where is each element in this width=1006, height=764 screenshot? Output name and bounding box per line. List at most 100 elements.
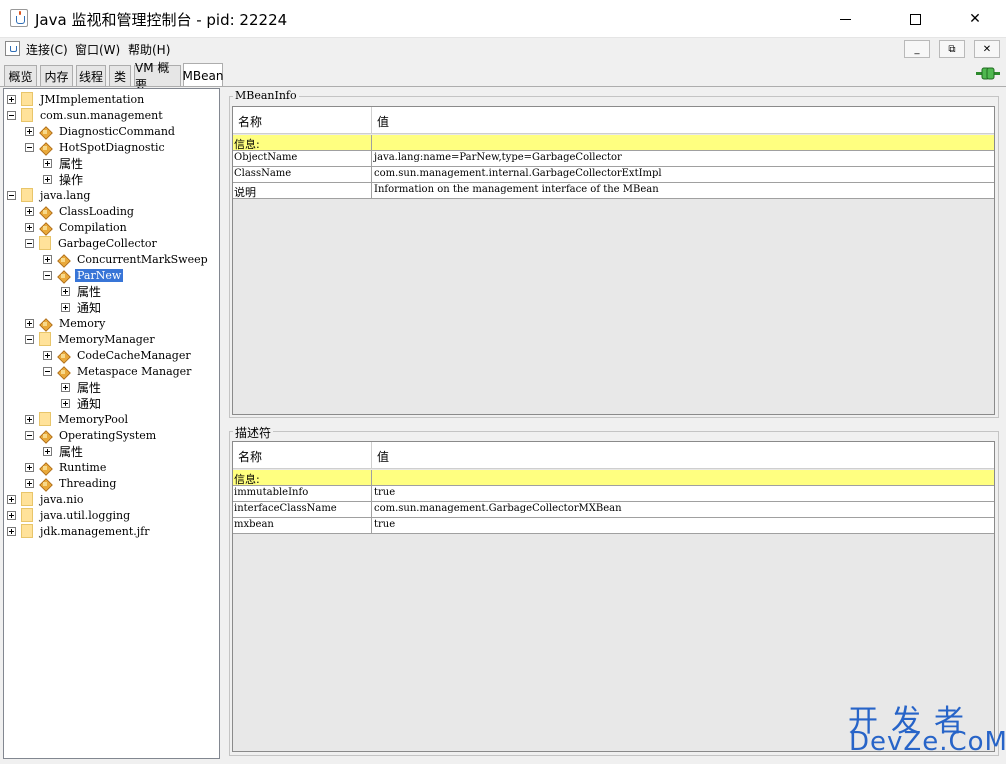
expand-icon[interactable] xyxy=(7,510,16,520)
mbeaninfo-table-row[interactable]: ObjectName java.lang:name=ParNew,type=Gar… xyxy=(233,151,994,167)
collapse-icon[interactable] xyxy=(25,142,34,152)
tree-node-label: ParNew xyxy=(75,268,124,282)
tree-node-label: Metaspace Manager xyxy=(77,364,192,378)
tree-node[interactable]: CodeCacheManager xyxy=(43,347,193,363)
tree-node-label: 属性 xyxy=(59,444,84,459)
expand-icon[interactable] xyxy=(61,286,70,296)
tree-node[interactable]: 属性 xyxy=(61,283,103,299)
tab-classes[interactable]: 类 xyxy=(109,65,131,86)
mbean-icon xyxy=(39,461,52,474)
mbeaninfo-table-row[interactable]: 说明 Information on the management interfac… xyxy=(233,183,994,199)
descriptor-title: 描述符 xyxy=(233,424,274,441)
collapse-icon[interactable] xyxy=(25,334,34,344)
tree-node[interactable]: Threading xyxy=(25,475,118,491)
tab-memory[interactable]: 内存 xyxy=(40,65,73,86)
tree-node[interactable]: jdk.management.jfr xyxy=(7,523,151,539)
collapse-icon[interactable] xyxy=(25,430,34,440)
expand-icon[interactable] xyxy=(43,254,52,264)
tree-node-label: java.lang xyxy=(40,188,91,202)
java-console-icon[interactable] xyxy=(5,41,20,56)
expand-icon[interactable] xyxy=(43,158,52,168)
column-divider xyxy=(371,167,372,183)
column-divider xyxy=(371,151,372,167)
tree-node[interactable]: Memory xyxy=(25,315,107,331)
column-header-name[interactable]: 名称 xyxy=(238,113,262,130)
tree-node[interactable]: DiagnosticCommand xyxy=(25,123,177,139)
expand-icon[interactable] xyxy=(25,462,34,472)
descriptor-table-row[interactable]: immutableInfo true xyxy=(233,486,994,502)
title-bar: Java 监视和管理控制台 - pid: 22224 ✕ xyxy=(0,0,1006,38)
tree-node[interactable]: Runtime xyxy=(25,459,108,475)
expand-icon[interactable] xyxy=(43,350,52,360)
minimize-button[interactable] xyxy=(822,0,868,38)
column-header-name[interactable]: 名称 xyxy=(238,448,262,465)
tree-node[interactable]: 通知 xyxy=(61,299,103,315)
tree-node[interactable]: com.sun.management xyxy=(7,107,165,123)
tree-node[interactable]: GarbageCollector xyxy=(25,235,159,251)
menu-connection[interactable]: 连接(C) xyxy=(26,41,68,58)
tree-node[interactable]: 属性 xyxy=(61,379,103,395)
tree-node[interactable]: java.nio xyxy=(7,491,85,507)
column-header-value[interactable]: 值 xyxy=(377,448,389,465)
collapse-icon[interactable] xyxy=(25,238,34,248)
inner-minimize-button[interactable]: _ xyxy=(904,40,930,58)
expand-icon[interactable] xyxy=(25,318,34,328)
tree-node[interactable]: java.util.logging xyxy=(7,507,132,523)
menu-window[interactable]: 窗口(W) xyxy=(75,41,120,58)
tab-threads[interactable]: 线程 xyxy=(76,65,106,86)
mbeaninfo-table-row[interactable]: ClassName com.sun.management.internal.Gar… xyxy=(233,167,994,183)
mbeaninfo-info-row[interactable]: 信息: xyxy=(233,135,994,151)
tree-node[interactable]: 操作 xyxy=(43,171,85,187)
expand-icon[interactable] xyxy=(7,94,16,104)
tree-node-label: CodeCacheManager xyxy=(77,348,191,362)
collapse-icon[interactable] xyxy=(43,366,52,376)
tree-node[interactable]: MemoryManager xyxy=(25,331,157,347)
expand-icon[interactable] xyxy=(61,382,70,392)
expand-icon[interactable] xyxy=(43,174,52,184)
descriptor-table-row[interactable]: mxbean true xyxy=(233,518,994,534)
inner-close-button[interactable]: ✕ xyxy=(974,40,1000,58)
expand-icon[interactable] xyxy=(61,398,70,408)
expand-icon[interactable] xyxy=(7,494,16,504)
expand-icon[interactable] xyxy=(25,206,34,216)
inner-restore-button[interactable]: ⧉ xyxy=(939,40,965,58)
maximize-button[interactable] xyxy=(892,0,938,38)
tab-overview[interactable]: 概览 xyxy=(4,65,37,86)
tree-node[interactable]: 属性 xyxy=(43,155,85,171)
expand-icon[interactable] xyxy=(61,302,70,312)
tree-node[interactable]: Metaspace Manager xyxy=(43,363,193,379)
tab-mbean[interactable]: MBean xyxy=(183,63,223,87)
expand-icon[interactable] xyxy=(25,478,34,488)
tree-node[interactable]: HotSpotDiagnostic xyxy=(25,139,167,155)
close-button[interactable]: ✕ xyxy=(952,0,998,38)
collapse-icon[interactable] xyxy=(7,190,16,200)
tree-node[interactable]: ConcurrentMarkSweep xyxy=(43,251,210,267)
menu-help[interactable]: 帮助(H) xyxy=(128,41,170,58)
tree-node[interactable]: ClassLoading xyxy=(25,203,136,219)
tree-node[interactable]: Compilation xyxy=(25,219,129,235)
collapse-icon[interactable] xyxy=(7,110,16,120)
tree-node[interactable]: 属性 xyxy=(43,443,85,459)
tree-node[interactable]: OperatingSystem xyxy=(25,427,158,443)
mbean-icon xyxy=(57,253,70,266)
expand-icon[interactable] xyxy=(25,414,34,424)
column-header-value[interactable]: 值 xyxy=(377,113,389,130)
mbean-tree[interactable]: JMImplementation com.sun.management Diagno… xyxy=(3,88,220,759)
tree-node[interactable]: 通知 xyxy=(61,395,103,411)
tree-node[interactable]: java.lang xyxy=(7,187,92,203)
expand-icon[interactable] xyxy=(25,126,34,136)
expand-icon[interactable] xyxy=(25,222,34,232)
collapse-icon[interactable] xyxy=(43,270,52,280)
tree-node-label: MemoryPool xyxy=(58,412,129,426)
descriptor-info-row[interactable]: 信息: xyxy=(233,470,994,486)
expand-icon[interactable] xyxy=(7,526,16,536)
tree-node[interactable]: MemoryPool xyxy=(25,411,130,427)
tree-node[interactable]: JMImplementation xyxy=(7,91,146,107)
window-title: Java 监视和管理控制台 - pid: 22224 xyxy=(35,11,288,29)
expand-icon[interactable] xyxy=(43,446,52,456)
connected-plug-icon[interactable] xyxy=(976,66,1000,82)
tree-node[interactable]: ParNew xyxy=(43,267,124,283)
tab-vm-summary[interactable]: VM 概要 xyxy=(134,61,181,92)
descriptor-table-row[interactable]: interfaceClassName com.sun.management.Gar… xyxy=(233,502,994,518)
mbean-icon xyxy=(39,221,52,234)
